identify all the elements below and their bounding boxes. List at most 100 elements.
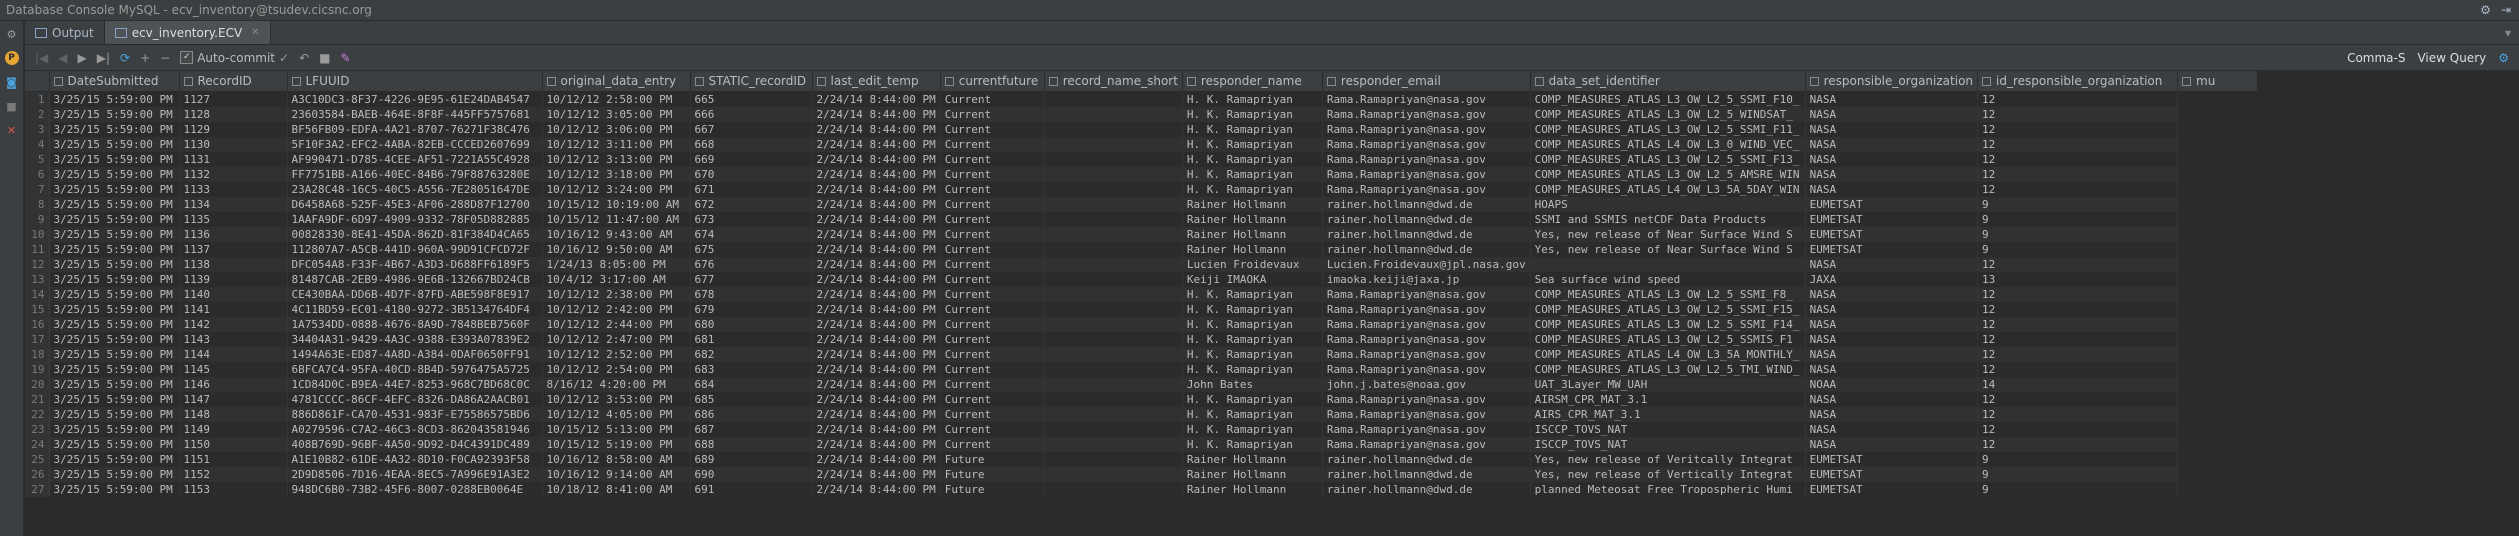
cell-record-name-short[interactable] — [1044, 287, 1183, 302]
cell-id-responsible-organization[interactable]: 12 — [1977, 422, 2179, 437]
cell-responsible-organization[interactable]: NASA — [1805, 137, 1979, 152]
cell-record-name-short[interactable] — [1044, 452, 1183, 467]
cell-datesubmitted[interactable]: 3/25/15 5:59:00 PM — [49, 362, 180, 377]
cell-currentfuture[interactable]: Current — [940, 242, 1045, 257]
table-row[interactable]: 20 3/25/15 5:59:00 PM 1146 1CD84D0C-B9EA-44… — [25, 377, 2258, 392]
cell-responsible-organization[interactable]: NASA — [1805, 91, 1979, 107]
column-header-original-data-entry[interactable]: original_data_entry — [542, 71, 691, 92]
cell-lfuuid[interactable]: 23603584-BAEB-464E-8F8F-445FF5757681 — [287, 107, 543, 122]
rollback-icon[interactable]: ↶ — [299, 51, 309, 65]
cell-responsible-organization[interactable]: EUMETSAT — [1805, 212, 1979, 227]
cancel-icon[interactable]: ■ — [319, 51, 330, 65]
settings-icon[interactable]: ⚙ — [2480, 3, 2491, 17]
table-row[interactable]: 16 3/25/15 5:59:00 PM 1142 1A7534DD-0888-46… — [25, 317, 2258, 332]
cell-recordid[interactable]: 1150 — [179, 437, 288, 452]
cell-responsible-organization[interactable]: JAXA — [1805, 272, 1979, 287]
cell-responsible-organization[interactable]: NASA — [1805, 107, 1979, 122]
cell-original-data-entry[interactable]: 10/12/12 2:44:00 PM — [542, 317, 691, 332]
column-header-record-name-short[interactable]: record_name_short — [1044, 71, 1183, 92]
cell-datesubmitted[interactable]: 3/25/15 5:59:00 PM — [49, 482, 180, 497]
cell-static-recordid[interactable]: 668 — [690, 137, 813, 152]
cell-responder-name[interactable]: H. K. Ramapriyan — [1182, 287, 1323, 302]
table-row[interactable]: 27 3/25/15 5:59:00 PM 1153 948DC6B0-73B2-45… — [25, 482, 2258, 497]
cell-lfuuid[interactable]: A1E10B82-61DE-4A32-8D10-F0CA92393F58 — [287, 452, 543, 467]
cell-responsible-organization[interactable]: NASA — [1805, 407, 1979, 422]
stop-icon[interactable]: ■ — [5, 99, 19, 113]
cell-datesubmitted[interactable]: 3/25/15 5:59:00 PM — [49, 122, 180, 137]
cell-record-name-short[interactable] — [1044, 407, 1183, 422]
cell-record-name-short[interactable] — [1044, 422, 1183, 437]
cell-data-set-identifier[interactable]: ISCCP_TOVS_NAT — [1530, 422, 1806, 437]
cell-recordid[interactable]: 1138 — [179, 257, 288, 272]
cell-data-set-identifier[interactable]: COMP_MEASURES_ATLAS_L3_OW_L2_5_TMI_WIND_ — [1530, 362, 1806, 377]
cell-id-responsible-organization[interactable]: 12 — [1977, 347, 2179, 362]
cell-record-name-short[interactable] — [1044, 152, 1183, 167]
cell-id-responsible-organization[interactable]: 12 — [1977, 407, 2179, 422]
cell-id-responsible-organization[interactable]: 9 — [1977, 242, 2179, 257]
cell-data-set-identifier[interactable]: COMP_MEASURES_ATLAS_L3_OW_L2_5_SSMI_F14_ — [1530, 317, 1806, 332]
cell-responsible-organization[interactable]: EUMETSAT — [1805, 452, 1979, 467]
cell-original-data-entry[interactable]: 10/15/12 5:19:00 PM — [542, 437, 691, 452]
cell-last-edit-temp[interactable]: 2/24/14 8:44:00 PM — [812, 91, 941, 107]
cell-id-responsible-organization[interactable]: 12 — [1977, 107, 2179, 122]
cell-record-name-short[interactable] — [1044, 437, 1183, 452]
cell-responder-email[interactable]: Rama.Ramapriyan@nasa.gov — [1322, 167, 1531, 182]
cell-original-data-entry[interactable]: 10/15/12 10:19:00 AM — [542, 197, 691, 212]
last-page-icon[interactable]: ▶| — [97, 51, 110, 65]
column-header-static-recordid[interactable]: STATIC_recordID — [690, 71, 813, 92]
cell-responder-email[interactable]: imaoka.keiji@jaxa.jp — [1322, 272, 1531, 287]
cell-original-data-entry[interactable]: 10/12/12 2:42:00 PM — [542, 302, 691, 317]
tab-output[interactable]: Output — [25, 21, 105, 44]
cell-datesubmitted[interactable]: 3/25/15 5:59:00 PM — [49, 317, 180, 332]
cell-record-name-short[interactable] — [1044, 347, 1183, 362]
cell-responder-name[interactable]: Lucien Froidevaux — [1182, 257, 1323, 272]
cell-original-data-entry[interactable]: 10/12/12 3:24:00 PM — [542, 182, 691, 197]
cell-lfuuid[interactable]: BF56FB09-EDFA-4A21-8707-76271F38C476 — [287, 122, 543, 137]
cell-responsible-organization[interactable]: NASA — [1805, 302, 1979, 317]
cell-last-edit-temp[interactable]: 2/24/14 8:44:00 PM — [812, 152, 941, 167]
tab-list-icon[interactable]: ▾ — [2505, 26, 2511, 40]
cell-responder-name[interactable]: H. K. Ramapriyan — [1182, 182, 1323, 197]
table-row[interactable]: 3 3/25/15 5:59:00 PM 1129 BF56FB09-EDFA-4A2… — [25, 122, 2258, 137]
cell-responsible-organization[interactable]: EUMETSAT — [1805, 227, 1979, 242]
cell-responder-email[interactable]: rainer.hollmann@dwd.de — [1322, 212, 1531, 227]
cell-lfuuid[interactable]: 1494A63E-ED87-4A8D-A384-0DAF0650FF91 — [287, 347, 543, 362]
cell-responder-email[interactable]: Rama.Ramapriyan@nasa.gov — [1322, 347, 1531, 362]
cell-datesubmitted[interactable]: 3/25/15 5:59:00 PM — [49, 107, 180, 122]
commit-icon[interactable]: ✓ — [279, 51, 289, 65]
cell-data-set-identifier[interactable]: Sea surface wind speed — [1530, 272, 1806, 287]
cell-responder-email[interactable]: Rama.Ramapriyan@nasa.gov — [1322, 182, 1531, 197]
cell-static-recordid[interactable]: 670 — [690, 167, 813, 182]
cell-datesubmitted[interactable]: 3/25/15 5:59:00 PM — [49, 287, 180, 302]
cell-responder-email[interactable]: Rama.Ramapriyan@nasa.gov — [1322, 137, 1531, 152]
table-row[interactable]: 24 3/25/15 5:59:00 PM 1150 408B769D-96BF-4A… — [25, 437, 2258, 452]
cell-responder-email[interactable]: Rama.Ramapriyan@nasa.gov — [1322, 392, 1531, 407]
cell-responsible-organization[interactable]: EUMETSAT — [1805, 197, 1979, 212]
column-header-data-set-identifier[interactable]: data_set_identifier — [1530, 71, 1806, 92]
cell-lfuuid[interactable]: 4781CCCC-86CF-4EFC-8326-DA86A2AACB01 — [287, 392, 543, 407]
cell-lfuuid[interactable]: A0279596-C7A2-46C3-8CD3-862043581946 — [287, 422, 543, 437]
cell-currentfuture[interactable]: Current — [940, 332, 1045, 347]
cell-datesubmitted[interactable]: 3/25/15 5:59:00 PM — [49, 182, 180, 197]
cell-lfuuid[interactable]: 4C11BD59-EC01-4180-9272-3B5134764DF4 — [287, 302, 543, 317]
cell-id-responsible-organization[interactable]: 12 — [1977, 302, 2179, 317]
cell-responder-email[interactable]: rainer.hollmann@dwd.de — [1322, 482, 1531, 497]
cell-recordid[interactable]: 1145 — [179, 362, 288, 377]
format-selector[interactable]: Comma-S — [2347, 51, 2405, 65]
cell-static-recordid[interactable]: 673 — [690, 212, 813, 227]
cell-responder-email[interactable]: rainer.hollmann@dwd.de — [1322, 467, 1531, 482]
delete-row-icon[interactable]: − — [160, 51, 170, 65]
cell-responder-name[interactable]: Rainer Hollmann — [1182, 227, 1323, 242]
cell-responsible-organization[interactable]: NASA — [1805, 152, 1979, 167]
table-row[interactable]: 14 3/25/15 5:59:00 PM 1140 CE430BAA-DD6B-4D… — [25, 287, 2258, 302]
cell-last-edit-temp[interactable]: 2/24/14 8:44:00 PM — [812, 212, 941, 227]
cell-last-edit-temp[interactable]: 2/24/14 8:44:00 PM — [812, 137, 941, 152]
cell-id-responsible-organization[interactable]: 12 — [1977, 167, 2179, 182]
cell-data-set-identifier[interactable]: Yes, new release of Near Surface Wind S — [1530, 227, 1806, 242]
cell-responder-name[interactable]: H. K. Ramapriyan — [1182, 91, 1323, 107]
cell-data-set-identifier[interactable]: HOAPS — [1530, 197, 1806, 212]
cell-last-edit-temp[interactable]: 2/24/14 8:44:00 PM — [812, 302, 941, 317]
cell-id-responsible-organization[interactable]: 9 — [1977, 197, 2179, 212]
settings-gear-icon[interactable]: ⚙ — [2498, 51, 2509, 65]
cell-currentfuture[interactable]: Current — [940, 377, 1045, 392]
